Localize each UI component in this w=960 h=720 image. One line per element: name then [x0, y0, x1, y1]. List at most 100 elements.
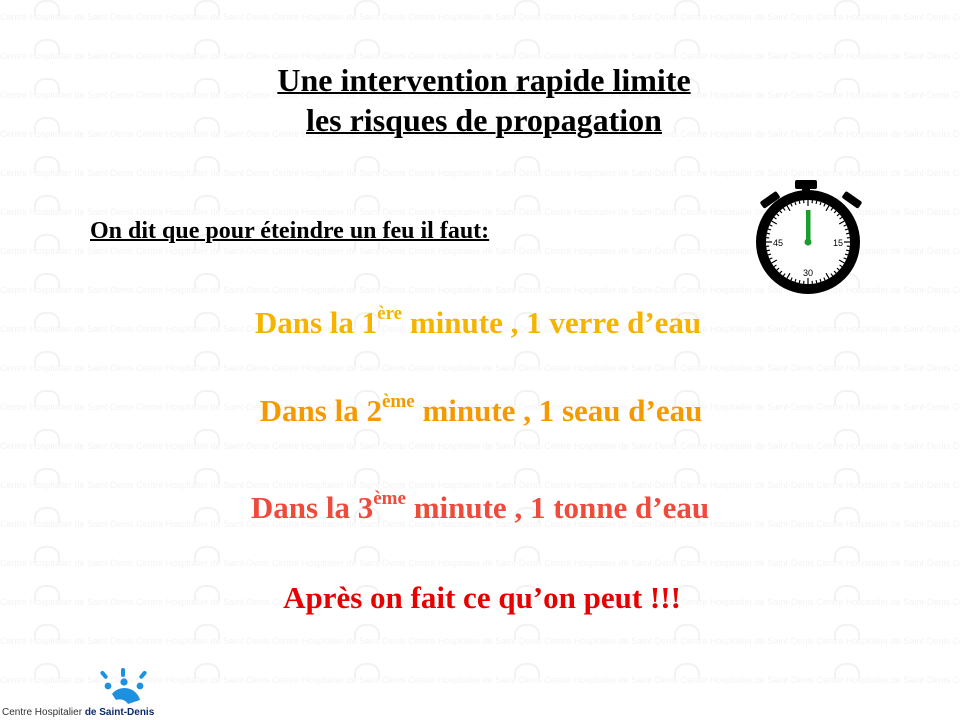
watermark-sun-icon [514, 156, 540, 172]
watermark-sun-icon [674, 663, 700, 679]
watermark-sun-icon [834, 546, 860, 562]
watermark-sun-icon [34, 195, 60, 211]
watermark-sun-icon [194, 0, 220, 16]
stopwatch-tick [815, 280, 818, 284]
watermark-sun-icon [34, 234, 60, 250]
stopwatch-tick [798, 200, 801, 204]
rule-line-3-suffix: minute , 1 tonne d’eau [405, 490, 710, 525]
watermark-sun-icon [194, 429, 220, 445]
logo-text-bold: de Saint-Denis [84, 707, 155, 718]
watermark-sun-icon [354, 0, 380, 16]
conclusion-line: Après on fait ce qu’on peut !!! [283, 580, 681, 615]
watermark-sun-icon [354, 546, 380, 562]
watermark-sun-icon [194, 663, 220, 679]
title-line-2: les risques de propagation [306, 102, 662, 138]
watermark-sun-icon [354, 468, 380, 484]
watermark-sun-icon [514, 468, 540, 484]
watermark-sun-icon [834, 156, 860, 172]
watermark-sun-icon [194, 468, 220, 484]
watermark-sun-icon [34, 546, 60, 562]
watermark-sun-icon [514, 351, 540, 367]
watermark-sun-icon [834, 624, 860, 640]
watermark-sun-icon [514, 546, 540, 562]
stopwatch-tick [766, 232, 770, 235]
watermark-sun-icon [34, 156, 60, 172]
watermark-sun-icon [674, 0, 700, 16]
stopwatch-label-30: 30 [803, 268, 813, 278]
watermark-sun-icon [34, 468, 60, 484]
rule-line-1-suffix: minute , 1 verre d’eau [402, 305, 702, 340]
watermark-sun-icon [354, 624, 380, 640]
watermark-sun-icon [354, 195, 380, 211]
watermark-row: Centre Hospitalier de Saint-Denis Centre… [0, 12, 960, 22]
watermark-sun-icon [194, 546, 220, 562]
title-line-1: Une intervention rapide limite [277, 62, 691, 98]
watermark-sun-icon [834, 663, 860, 679]
watermark-sun-icon [34, 273, 60, 289]
watermark-sun-icon [34, 39, 60, 55]
slide-title: Une intervention rapide limite les risqu… [0, 60, 960, 140]
watermark-sun-icon [514, 0, 540, 16]
watermark-sun-icon [34, 624, 60, 640]
rule-line-2-sup: ème [381, 391, 415, 412]
intro-text: On dit que pour éteindre un feu il faut: [90, 218, 490, 244]
watermark-sun-icon [514, 39, 540, 55]
watermark-sun-icon [674, 39, 700, 55]
rule-line-3: Dans la 3ème minute , 1 tonne d’eau [0, 488, 960, 526]
watermark-sun-icon [674, 195, 700, 211]
rule-line-3-prefix: Dans la 3 [250, 490, 374, 525]
stopwatch-hand [806, 210, 811, 242]
stopwatch-tick [798, 280, 801, 284]
hospital-logo-text: Centre Hospitalier de Saint-Denis [2, 707, 154, 718]
watermark-sun-icon [834, 0, 860, 16]
stopwatch-tick [846, 232, 850, 235]
watermark-sun-icon [354, 39, 380, 55]
watermark-sun-icon [34, 351, 60, 367]
watermark-sun-icon [514, 273, 540, 289]
watermark-sun-icon [834, 429, 860, 445]
watermark-sun-icon [194, 156, 220, 172]
watermark-sun-icon [354, 273, 380, 289]
watermark-sun-icon [514, 624, 540, 640]
watermark-sun-icon [354, 429, 380, 445]
watermark-sun-icon [194, 195, 220, 211]
watermark-sun-icon [834, 468, 860, 484]
watermark-sun-icon [514, 663, 540, 679]
watermark-sun-icon [674, 546, 700, 562]
watermark-sun-icon [354, 156, 380, 172]
rule-line-2-suffix: minute , 1 seau d’eau [414, 393, 703, 428]
watermark-sun-icon [674, 234, 700, 250]
watermark-sun-icon [514, 195, 540, 211]
watermark-sun-icon [194, 273, 220, 289]
watermark-sun-icon [674, 273, 700, 289]
rule-line-2: Dans la 2ème minute , 1 seau d’eau [1, 391, 960, 429]
rule-line-1: Dans la 1ère minute , 1 verre d’eau [0, 303, 958, 341]
rule-line-2-prefix: Dans la 2 [259, 393, 382, 428]
watermark-sun-icon [674, 624, 700, 640]
watermark-sun-icon [674, 429, 700, 445]
watermark-sun-icon [34, 0, 60, 16]
stopwatch-tick [766, 249, 770, 252]
watermark-sun-icon [194, 351, 220, 367]
watermark-sun-icon [834, 351, 860, 367]
watermark-sun-icon [354, 663, 380, 679]
stopwatch-label-45: 45 [773, 238, 783, 248]
watermark-sun-icon [514, 429, 540, 445]
watermark-sun-icon [674, 156, 700, 172]
stopwatch-tick [815, 200, 818, 204]
watermark-sun-icon [34, 429, 60, 445]
watermark-sun-icon [194, 624, 220, 640]
stopwatch-icon: 45 15 30 [756, 180, 862, 294]
logo-text-normal: Centre Hospitalier [2, 707, 85, 718]
rule-line-3-sup: ème [373, 488, 406, 509]
rule-line-1-sup: ère [377, 303, 403, 324]
stopwatch-tick [846, 249, 850, 252]
stopwatch-label-15: 15 [833, 238, 843, 248]
watermark-sun-icon [674, 351, 700, 367]
watermark-sun-icon [354, 351, 380, 367]
watermark-row: Centre Hospitalier de Saint-Denis Centre… [0, 441, 960, 451]
rule-line-1-prefix: Dans la 1 [254, 305, 378, 340]
watermark-sun-icon [674, 468, 700, 484]
watermark-sun-icon [194, 39, 220, 55]
watermark-sun-icon [834, 39, 860, 55]
